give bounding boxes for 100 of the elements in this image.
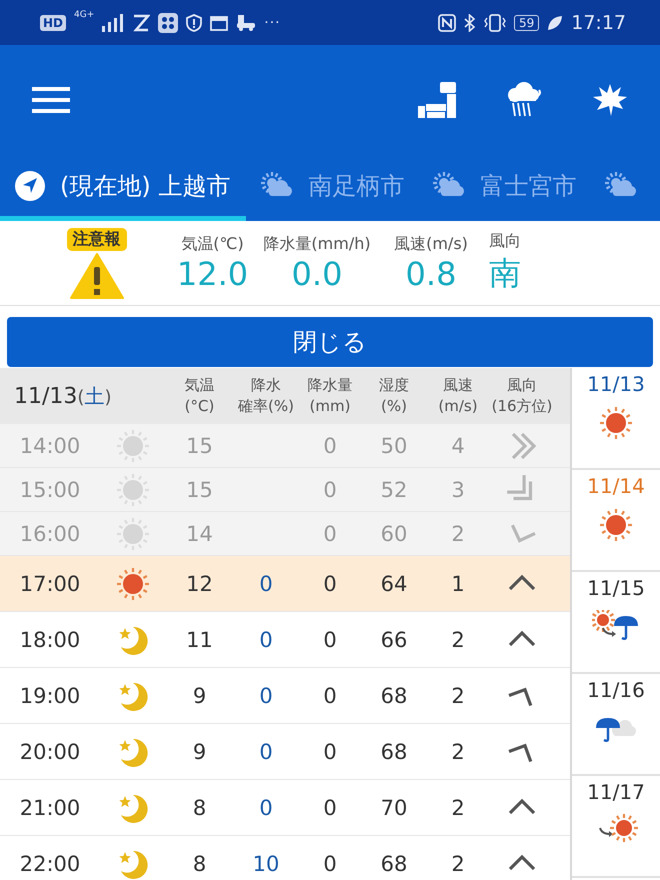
day-forecast[interactable]: 11/13 <box>572 368 660 470</box>
time-cell: 14:00 <box>20 434 80 458</box>
wind-speed-cell: 2 <box>451 740 465 764</box>
metric-label: 降水量(mm/h) <box>263 234 371 254</box>
signal-icon <box>102 14 124 32</box>
battery-level: 59 <box>514 14 540 30</box>
location-icon <box>14 170 46 202</box>
sun-icon <box>116 566 150 600</box>
day-forecast[interactable]: 11/14 <box>572 470 660 572</box>
close-button[interactable]: 閉じる <box>7 317 653 367</box>
wind-speed-cell: 2 <box>451 684 465 708</box>
rain-cloud-icon[interactable] <box>506 81 542 119</box>
probability-cell: 0 <box>259 684 273 708</box>
temperature-cell: 12 <box>186 572 213 596</box>
metric-label: 気温(℃) <box>181 234 244 254</box>
column-header: 風速 (m/s) <box>438 375 478 417</box>
nfc-icon <box>438 14 456 32</box>
time-cell: 17:00 <box>20 572 80 596</box>
location-tab[interactable]: (現在地) 上越市 <box>0 155 246 221</box>
app-icon <box>132 14 150 32</box>
blocks-icon[interactable] <box>418 82 456 118</box>
day-forecast[interactable]: 11/16 <box>572 674 660 776</box>
time-cell: 21:00 <box>20 796 80 820</box>
clock: 17:17 <box>571 12 626 34</box>
vibrate-icon <box>484 14 506 32</box>
metric-value: 0.0 <box>292 254 342 292</box>
shield-icon <box>186 14 202 32</box>
temperature-cell: 9 <box>192 740 206 764</box>
sun-icon <box>599 406 633 440</box>
temperature-cell: 8 <box>192 852 206 876</box>
rainfall-cell: 0 <box>323 628 337 652</box>
temperature-cell: 9 <box>192 684 206 708</box>
metric-value: 南 <box>489 252 521 294</box>
humidity-cell: 60 <box>380 522 408 546</box>
warning-icon <box>70 252 124 298</box>
humidity-cell: 52 <box>380 478 408 502</box>
wind-speed-cell: 1 <box>451 572 465 596</box>
day-date: 11/16 <box>587 678 645 702</box>
rainfall-cell: 0 <box>323 740 337 764</box>
time-cell: 20:00 <box>20 740 80 764</box>
sun-icon <box>116 428 150 462</box>
table-date: 11/13(土) <box>13 382 112 410</box>
wind-speed-cell: 3 <box>451 478 465 502</box>
sun-icon <box>116 516 150 550</box>
day-date: 11/15 <box>587 576 645 600</box>
probability-cell: 0 <box>259 572 273 596</box>
temperature-cell: 8 <box>192 796 206 820</box>
wind-speed-cell: 2 <box>451 628 465 652</box>
bluetooth-icon <box>464 14 476 32</box>
metric-label: 風向 <box>489 230 521 252</box>
metric-label: 風速(m/s) <box>394 234 468 254</box>
rainfall-cell: 0 <box>323 522 337 546</box>
rainfall-cell: 0 <box>323 572 337 596</box>
temperature-cell: 11 <box>186 628 213 652</box>
temperature-cell: 15 <box>186 434 213 458</box>
wind-speed-cell: 2 <box>451 522 465 546</box>
time-cell: 19:00 <box>20 684 80 708</box>
temperature-cell: 15 <box>186 478 213 502</box>
column-header: 気温 (°C) <box>184 375 214 417</box>
rainfall-cell: 0 <box>323 434 337 458</box>
car-icon <box>236 14 256 32</box>
maple-leaf-icon[interactable] <box>592 82 628 118</box>
temperature-cell: 14 <box>186 522 213 546</box>
network-type: 4G+ <box>74 10 94 20</box>
sun-to-umbrella-icon <box>592 610 640 642</box>
sun-icon <box>116 472 150 506</box>
metric-value: 0.8 <box>406 254 456 292</box>
column-header: 風向 (16方位) <box>492 375 552 417</box>
probability-cell: 10 <box>252 852 280 876</box>
wind-speed-cell: 2 <box>451 796 465 820</box>
day-forecast[interactable]: 11/15 <box>572 572 660 674</box>
rainfall-cell: 0 <box>323 852 337 876</box>
rainfall-cell: 0 <box>323 796 337 820</box>
alert-label: 注意報 <box>66 228 126 250</box>
humidity-cell: 70 <box>380 796 408 820</box>
humidity-cell: 50 <box>380 434 408 458</box>
humidity-cell: 68 <box>380 684 408 708</box>
wind-speed-cell: 2 <box>451 852 465 876</box>
calendar-icon <box>210 14 228 30</box>
rainfall-cell: 0 <box>323 684 337 708</box>
grid-icon <box>158 12 178 32</box>
day-forecast[interactable]: 11/17 <box>572 776 660 878</box>
wind-speed-cell: 4 <box>451 434 465 458</box>
day-date: 11/13 <box>587 372 645 396</box>
humidity-cell: 66 <box>380 628 408 652</box>
column-header: 湿度 (%) <box>379 375 409 417</box>
metric-value: 12.0 <box>176 254 248 292</box>
probability-cell: 0 <box>259 796 273 820</box>
humidity-cell: 68 <box>380 740 408 764</box>
humidity-cell: 68 <box>380 852 408 876</box>
time-cell: 18:00 <box>20 628 80 652</box>
sun-icon <box>599 508 633 542</box>
time-cell: 16:00 <box>20 522 80 546</box>
menu-icon[interactable] <box>32 87 70 113</box>
more-indicator: ··· <box>264 14 281 30</box>
time-cell: 15:00 <box>20 478 80 502</box>
day-date: 11/14 <box>587 474 645 498</box>
column-header: 降水量 (mm) <box>308 375 352 417</box>
humidity-cell: 64 <box>380 572 408 596</box>
probability-cell: 0 <box>259 628 273 652</box>
